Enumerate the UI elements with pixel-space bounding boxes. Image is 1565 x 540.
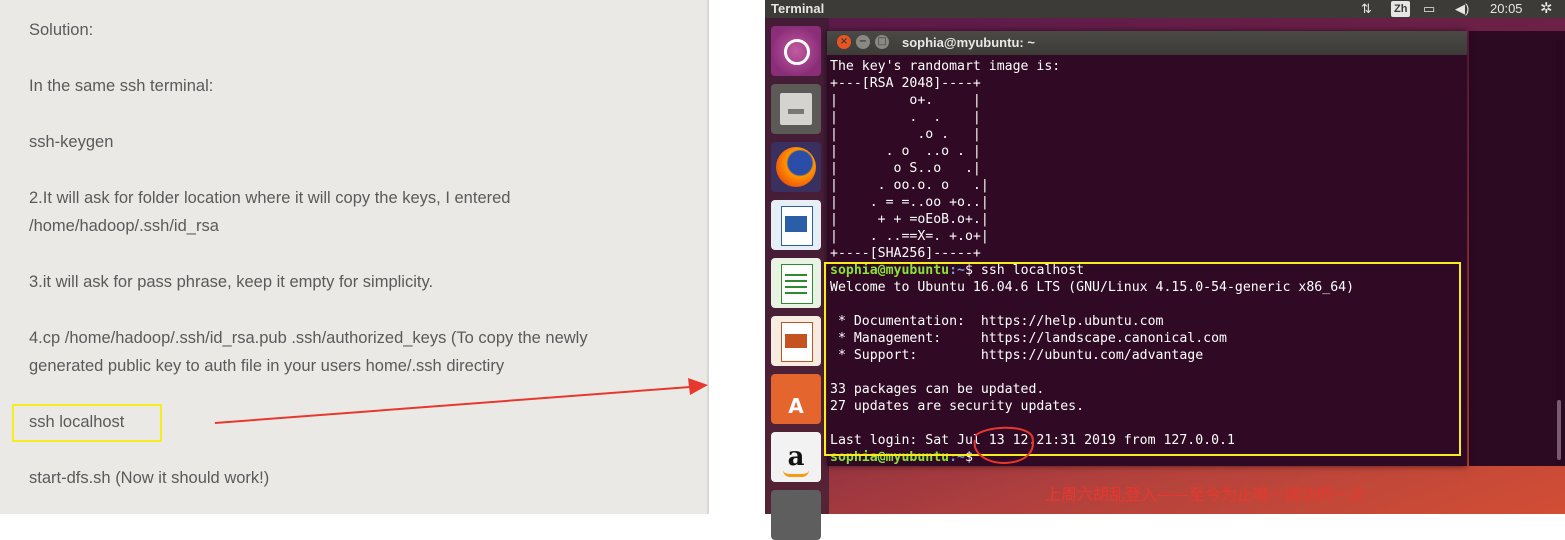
annotation-overlay xyxy=(214,378,1034,465)
red-arrow xyxy=(214,378,708,424)
annotation-note: 上周六胡乱登入——至今为止唯一成功的一次 xyxy=(1045,485,1366,504)
red-circle xyxy=(973,426,1034,465)
